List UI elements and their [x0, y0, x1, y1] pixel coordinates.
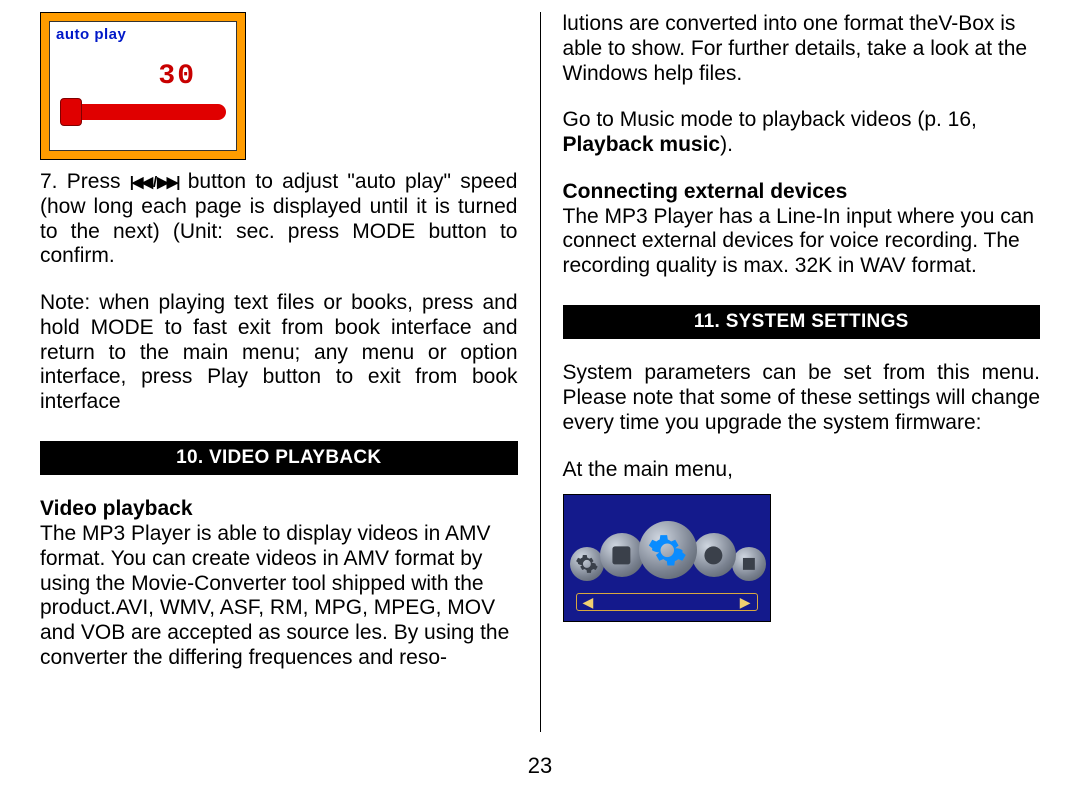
- chevron-right-icon: ▶: [740, 595, 751, 609]
- right-para-5: At the main menu,: [563, 458, 1041, 483]
- gear-icon: [647, 530, 688, 571]
- settings-wheel-item: [600, 533, 644, 577]
- right-para-3: The MP3 Player has a Line-In input where…: [563, 205, 1035, 278]
- autoplay-title: auto play: [56, 26, 126, 44]
- left-para-3: The MP3 Player is able to display videos…: [40, 522, 509, 669]
- settings-wheel-item: [692, 533, 736, 577]
- autoplay-slider-track: [60, 104, 226, 120]
- video-playback-subheading: Video playback: [40, 497, 193, 520]
- autoplay-slider-knob: [60, 98, 82, 126]
- prev-next-icon: |◀◀/▶▶|: [130, 174, 179, 192]
- settings-wheel-center: [639, 521, 697, 579]
- right-para-2: Go to Music mode to playback videos (p. …: [563, 108, 1041, 158]
- settings-wheel-item: [570, 547, 604, 581]
- chevron-left-icon: ◀: [583, 595, 594, 609]
- connecting-devices-subheading: Connecting external devices: [563, 180, 848, 203]
- right-para-2b: ).: [720, 133, 733, 156]
- left-para-1: 7. Press |◀◀/▶▶| button to adjust "auto …: [40, 170, 518, 269]
- page-number: 23: [0, 753, 1080, 779]
- system-settings-screenshot: ◀ ▶: [563, 494, 771, 622]
- section-system-settings: 11. SYSTEM SETTINGS: [563, 305, 1041, 339]
- autoplay-value: 30: [158, 60, 196, 93]
- autoplay-screenshot: auto play 30: [40, 12, 246, 160]
- right-column: lutions are converted into one format th…: [541, 12, 1041, 777]
- playback-music-bold: Playback music: [563, 133, 721, 156]
- left-column: auto play 30 7. Press |◀◀/▶▶| button to …: [40, 12, 540, 777]
- prev-icon: |◀◀: [130, 174, 151, 192]
- gear-icon: [575, 552, 599, 576]
- right-connecting-para: Connecting external devices The MP3 Play…: [563, 180, 1041, 279]
- left-video-para: Video playback The MP3 Player is able to…: [40, 497, 518, 670]
- settings-wheel-item: [732, 547, 766, 581]
- right-para-2a: Go to Music mode to playback videos (p. …: [563, 108, 977, 131]
- section-video-playback: 10. VIDEO PLAYBACK: [40, 441, 518, 475]
- left-para-2: Note: when playing text files or books, …: [40, 291, 518, 415]
- next-icon: ▶▶|: [157, 174, 178, 192]
- gear-icon: [606, 540, 637, 571]
- right-para-4: System parameters can be set from this m…: [563, 361, 1041, 435]
- left-para-1a: 7. Press: [40, 170, 130, 193]
- gear-icon: [698, 540, 729, 571]
- settings-nav-bar: ◀ ▶: [576, 593, 758, 611]
- right-para-1: lutions are converted into one format th…: [563, 12, 1041, 86]
- autoplay-screen-inner: auto play 30: [49, 21, 237, 151]
- gear-icon: [737, 552, 761, 576]
